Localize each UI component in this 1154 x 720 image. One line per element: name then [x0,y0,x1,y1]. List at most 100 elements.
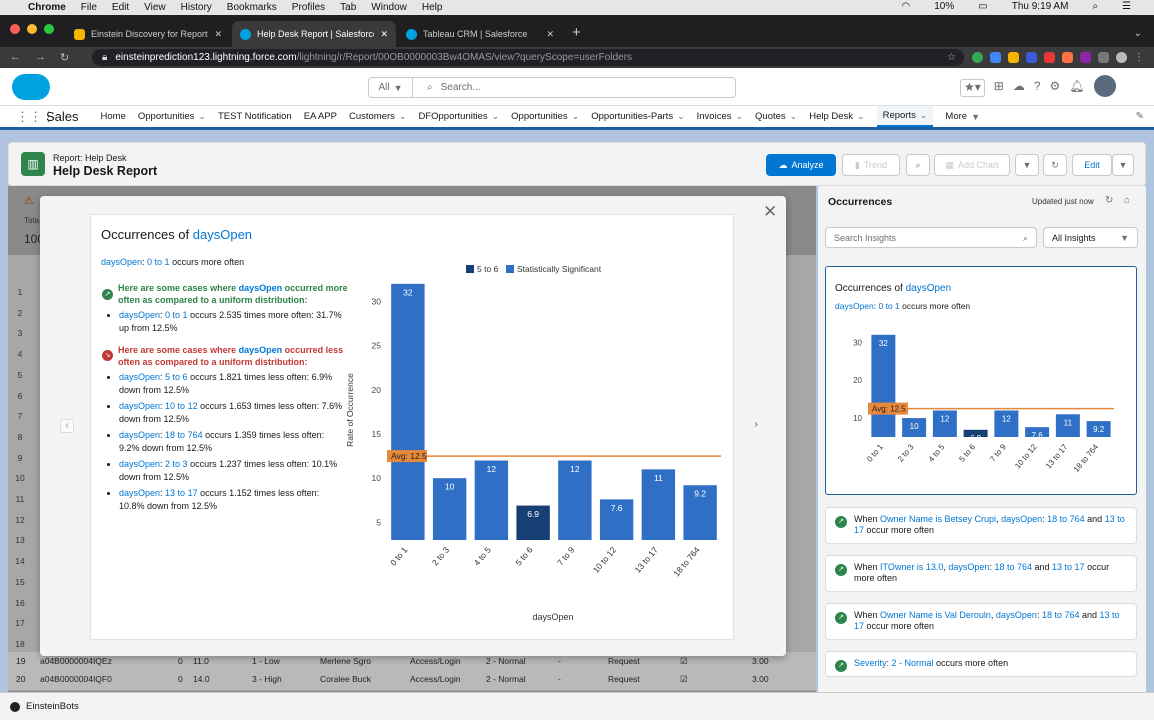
menu-help[interactable]: Help [422,2,443,13]
previous-insight-arrow-icon[interactable]: ‹ [60,419,74,433]
minimize-window-icon[interactable] [27,24,37,34]
zoom-window-icon[interactable] [44,24,54,34]
nav-help-desk[interactable]: Help Desk ⌄ [809,106,864,127]
analyze-button[interactable]: ☁ Analyze [766,154,836,176]
nav-opportunities[interactable]: Opportunities ⌄ [138,106,206,127]
item-range-link[interactable]: 0 to 1 [165,310,188,320]
insight-link[interactable]: Owner Name is Betsey Crupi [880,514,996,524]
extensions-puzzle-icon[interactable] [1098,52,1109,63]
insight-link[interactable]: daysOpen [1001,514,1042,524]
insight-link[interactable]: daysOpen [996,610,1037,620]
item-range-link[interactable]: 2 to 3 [165,459,188,469]
extension-icon[interactable] [1062,52,1073,63]
home-icon[interactable]: ⌂ [1124,195,1130,206]
warning-icon[interactable]: ⚠ [24,194,34,207]
card-sub-field-link[interactable]: daysOpen [835,301,874,311]
close-window-icon[interactable] [10,24,20,34]
search-placeholder[interactable]: Search... [441,82,481,93]
chevron-down-icon[interactable]: ⌄ [572,111,580,122]
spotlight-icon[interactable]: ⌕ [1092,1,1098,12]
caret-down-icon[interactable]: ▼ [971,112,980,122]
tab-einstein-discovery[interactable]: Einstein Discovery for Reports ✕ [66,21,230,47]
bar[interactable] [871,334,896,437]
einsteinbots-label[interactable]: EinsteinBots [26,701,79,712]
insight-link[interactable]: 18 to 764 [1042,610,1080,620]
clock[interactable]: Thu 9:19 AM [1012,1,1069,12]
chevron-down-icon[interactable]: ⌄ [857,111,865,122]
insight-card-2[interactable]: ↗ When ITOwner is 13.0, daysOpen: 18 to … [825,555,1137,592]
insight-card-4[interactable]: ↗ Severity: 2 - Normal occurs more often [825,651,1137,677]
item-field-link[interactable]: daysOpen [119,372,160,382]
chevron-down-icon[interactable]: ⌄ [399,111,407,122]
chrome-menu-icon[interactable]: ⋮ [1134,52,1144,63]
nav-opportunities-2[interactable]: Opportunities ⌄ [511,106,579,127]
menubar-app[interactable]: Chrome [28,2,66,13]
menu-window[interactable]: Window [371,2,407,13]
nav-dfopportunities[interactable]: DFOpportunities ⌄ [418,106,499,127]
bar[interactable] [391,283,425,540]
close-icon[interactable]: ✕ [763,202,777,222]
tab-close-icon[interactable]: ✕ [546,29,554,40]
chevron-down-icon[interactable]: ⌄ [790,111,798,122]
global-search[interactable]: All ▼ ⌕ Search... [368,77,736,98]
wifi-icon[interactable]: ◠ [902,1,911,12]
extension-icon[interactable] [1044,52,1055,63]
insight-link[interactable]: ITOwner is 13.0 [880,562,943,572]
nav-invoices[interactable]: Invoices ⌄ [697,106,743,127]
insight-link[interactable]: Owner Name is Val Derouln [880,610,991,620]
search-scope-select[interactable]: All ▼ [369,78,413,97]
table-row[interactable]: 20 a04B0000004IQF0 0 14.0 3 - High Coral… [8,674,816,688]
item-field-link[interactable]: daysOpen [119,430,160,440]
refresh-button[interactable]: ↻ [1043,154,1067,176]
cell-id[interactable]: a04B0000004IQEz [40,656,112,666]
heading-field-link[interactable]: daysOpen [239,283,283,293]
notifications-bell-icon[interactable]: 🔔︎ [1069,79,1084,97]
insight-link[interactable]: 2 - Normal [892,658,934,668]
item-range-link[interactable]: 18 to 764 [165,430,203,440]
edit-button[interactable]: Edit [1072,154,1112,176]
trend-button[interactable]: ▮ Trend [842,154,900,176]
menu-file[interactable]: File [81,2,97,13]
selected-insight-card[interactable]: Occurrences of daysOpen daysOpen: 0 to 1… [825,266,1137,495]
item-field-link[interactable]: daysOpen [119,401,160,411]
next-insight-arrow-icon[interactable]: › [749,419,763,433]
refresh-icon[interactable]: ↻ [1105,195,1113,206]
menu-profiles[interactable]: Profiles [292,2,325,13]
favorites-star-icon[interactable]: ★▾ [960,79,985,97]
filter-button[interactable]: ▼ [1015,154,1039,176]
nav-quotes[interactable]: Quotes ⌄ [755,106,797,127]
table-row[interactable]: 19 a04B0000004IQEz 0 11.0 1 - Low Merlen… [8,656,816,670]
menu-list-icon[interactable]: ☰ [1122,1,1131,12]
forward-icon[interactable]: → [35,51,46,64]
address-bar[interactable]: 🔒︎ einsteinprediction123.lightning.force… [92,49,964,66]
insight-card-1[interactable]: ↗ When Owner Name is Betsey Crupi, daysO… [825,507,1137,544]
trailhead-icon[interactable]: ☁ [1013,79,1025,97]
heading-field-link[interactable]: daysOpen [239,345,283,355]
insight-filter-select[interactable]: All Insights ▼ [1043,227,1138,248]
menu-tab[interactable]: Tab [340,2,356,13]
nav-test-notification[interactable]: TEST Notification [218,106,292,127]
tab-help-desk-report[interactable]: Help Desk Report | Salesforce ✕ [232,21,396,47]
card-sub-range-link[interactable]: 0 to 1 [878,301,899,311]
nav-opportunities-parts[interactable]: Opportunities-Parts ⌄ [591,106,684,127]
profile-avatar-icon[interactable] [1116,52,1127,63]
more-actions-button[interactable]: ▼ [1112,154,1134,176]
insight-link[interactable]: 18 to 764 [994,562,1032,572]
tab-tableau-crm[interactable]: Tableau CRM | Salesforce ✕ [398,21,562,47]
tab-search-icon[interactable]: ⌄ [1122,28,1154,47]
nav-home[interactable]: Home [101,106,126,127]
nav-customers[interactable]: Customers ⌄ [349,106,406,127]
item-range-link[interactable]: 10 to 12 [165,401,198,411]
nav-more[interactable]: More ▼ [945,106,980,127]
bot-icon[interactable] [10,701,20,712]
insight-link[interactable]: Severity [854,658,887,668]
menu-bookmarks[interactable]: Bookmarks [227,2,277,13]
tab-close-icon[interactable]: ✕ [380,29,388,40]
cell-id[interactable]: a04B0000004IQF0 [40,674,112,684]
insight-card-3[interactable]: ↗ When Owner Name is Val Derouln, daysOp… [825,603,1137,640]
global-add-icon[interactable]: ⊞ [994,79,1004,97]
extension-icon[interactable] [972,52,983,63]
extension-icon[interactable] [1080,52,1091,63]
back-icon[interactable]: ← [10,51,21,64]
edit-nav-pencil-icon[interactable]: ✎ [1136,111,1144,122]
